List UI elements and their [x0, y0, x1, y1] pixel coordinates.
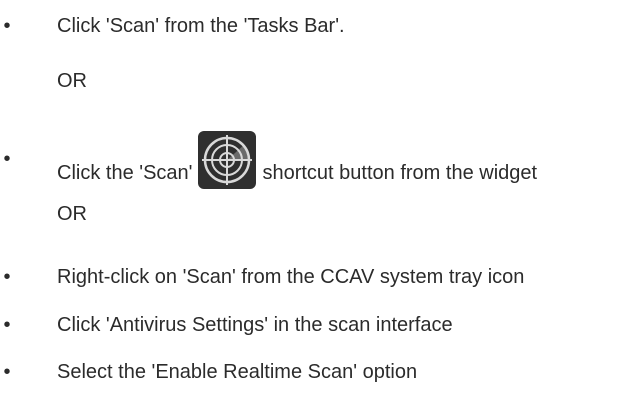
bullet: • — [3, 15, 11, 37]
scan-target-icon — [198, 131, 257, 189]
step-2-text-before: Click the 'Scan' — [57, 162, 193, 184]
step-5-text: Select the 'Enable Realtime Scan' option — [57, 361, 418, 383]
or-separator-2: OR — [57, 203, 87, 225]
bullet: • — [3, 266, 11, 288]
bullet: • — [3, 314, 11, 336]
step-2-text: Click the 'Scan' shortcut button from th… — [57, 131, 538, 202]
step-1-text: Click 'Scan' from the 'Tasks Bar'. — [57, 15, 345, 37]
or-separator-1: OR — [57, 70, 87, 92]
step-3-text: Right-click on 'Scan' from the CCAV syst… — [57, 266, 525, 288]
step-4-text: Click 'Antivirus Settings' in the scan i… — [57, 314, 453, 336]
bullet: • — [3, 361, 11, 383]
instruction-document: • Click 'Scan' from the 'Tasks Bar'. OR … — [0, 0, 630, 394]
step-2-text-after: shortcut button from the widget — [262, 162, 538, 184]
bullet: • — [3, 148, 11, 170]
